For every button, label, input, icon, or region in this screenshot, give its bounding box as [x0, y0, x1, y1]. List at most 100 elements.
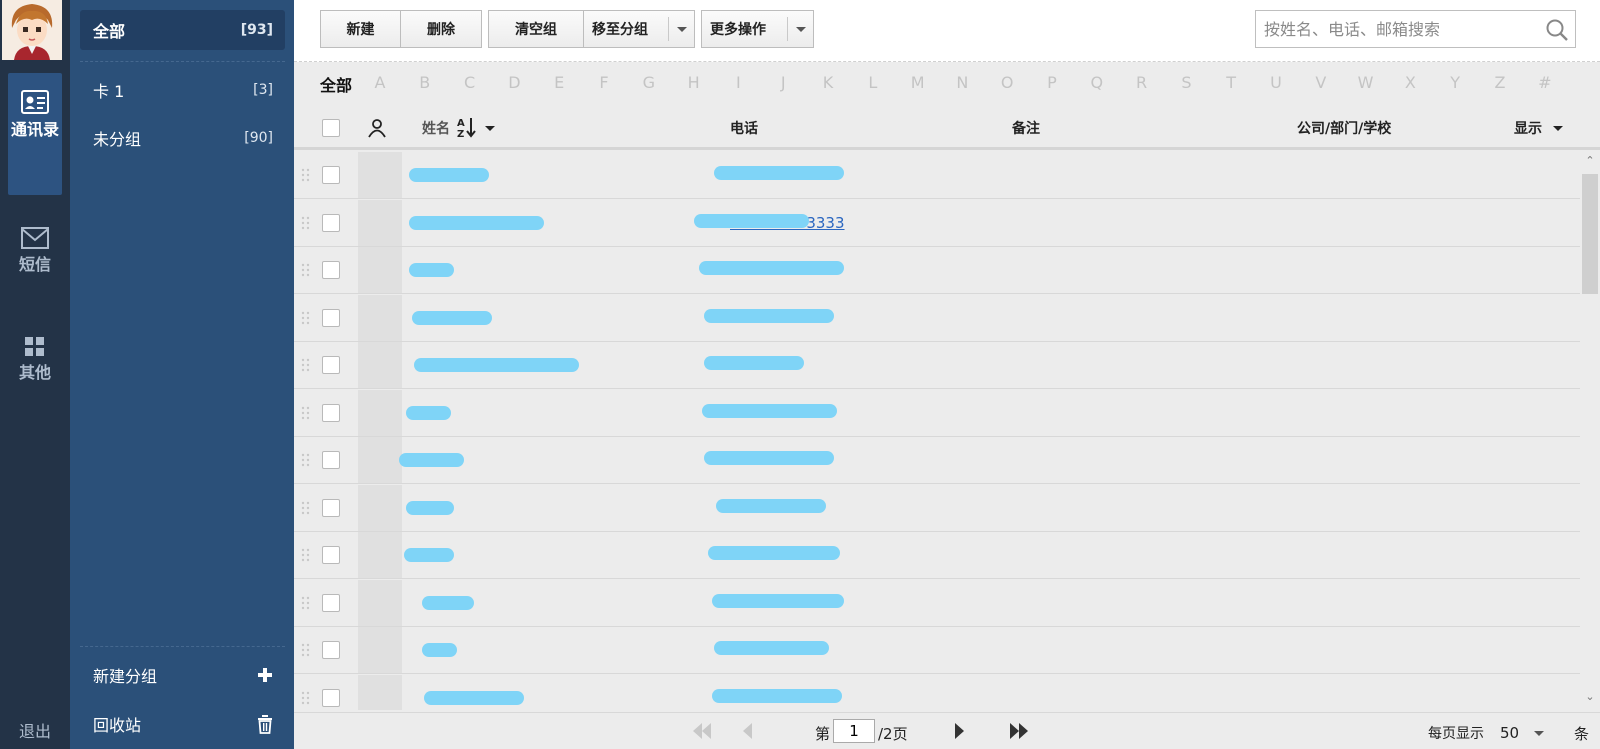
prev-page-icon[interactable] [741, 722, 753, 740]
search-input[interactable] [1264, 12, 1544, 46]
table-row[interactable] [294, 674, 1580, 710]
table-row[interactable] [294, 294, 1580, 342]
drag-handle-icon[interactable] [300, 691, 312, 705]
nav-other[interactable]: 其他 [8, 336, 62, 383]
search-icon[interactable] [1545, 18, 1569, 42]
drag-handle-icon[interactable] [300, 168, 312, 182]
alpha-letter[interactable]: Y [1445, 73, 1465, 92]
alpha-letter[interactable]: W [1356, 73, 1376, 92]
table-row[interactable] [294, 579, 1580, 627]
table-row[interactable] [294, 484, 1580, 532]
alpha-letter[interactable]: I [728, 73, 748, 92]
alpha-letter[interactable]: L [863, 73, 883, 92]
drag-handle-icon[interactable] [300, 548, 312, 562]
drag-handle-icon[interactable] [300, 263, 312, 277]
row-checkbox[interactable] [322, 498, 340, 517]
drag-handle-icon[interactable] [300, 406, 312, 420]
chevron-down-icon[interactable] [668, 17, 694, 41]
chevron-down-icon[interactable] [787, 17, 813, 41]
group-item-ungrouped[interactable]: 未分组 [90] [80, 118, 285, 158]
alpha-letter[interactable]: G [639, 73, 659, 92]
phone-column-header[interactable]: 电话 [730, 118, 758, 138]
table-row[interactable] [294, 247, 1580, 294]
drag-handle-icon[interactable] [300, 216, 312, 230]
alpha-letter[interactable]: S [1176, 73, 1196, 92]
table-row[interactable]: 8 [294, 342, 1580, 389]
scroll-down-icon[interactable]: ⌄ [1585, 691, 1595, 702]
sort-az-icon[interactable]: A Z [457, 116, 479, 138]
last-page-icon[interactable] [1009, 722, 1031, 740]
page-number-input[interactable] [833, 719, 875, 743]
alpha-letter[interactable]: Z [1490, 73, 1510, 92]
alpha-letter[interactable]: D [504, 73, 524, 92]
chevron-down-icon[interactable] [1553, 126, 1563, 131]
scroll-up-icon[interactable]: ⌃ [1585, 155, 1595, 166]
row-checkbox[interactable] [322, 261, 340, 279]
table-row[interactable] [294, 627, 1580, 674]
alpha-letter[interactable]: U [1266, 73, 1286, 92]
alpha-letter[interactable]: C [460, 73, 480, 92]
next-page-icon[interactable] [954, 722, 966, 740]
trash-button[interactable]: 回收站 [80, 704, 285, 744]
row-checkbox[interactable] [322, 688, 340, 707]
user-avatar[interactable] [2, 0, 62, 60]
alpha-letter[interactable]: E [549, 73, 569, 92]
alpha-letter[interactable]: Q [1087, 73, 1107, 92]
row-checkbox[interactable] [322, 308, 340, 327]
chevron-down-icon[interactable] [485, 126, 495, 131]
group-item-card1[interactable]: 卡 1 [3] [80, 70, 285, 110]
alpha-letter[interactable]: # [1535, 73, 1555, 92]
alpha-letter[interactable]: M [908, 73, 928, 92]
drag-handle-icon[interactable] [300, 596, 312, 610]
group-item-all[interactable]: 全部 [93] [80, 10, 285, 50]
row-checkbox[interactable] [322, 213, 340, 232]
row-checkbox[interactable] [322, 451, 340, 469]
first-page-icon[interactable] [691, 722, 713, 740]
drag-handle-icon[interactable] [300, 453, 312, 467]
row-checkbox[interactable] [322, 166, 340, 184]
alpha-letter[interactable]: N [952, 73, 972, 92]
drag-handle-icon[interactable] [300, 643, 312, 657]
note-column-header[interactable]: 备注 [1012, 118, 1040, 138]
alpha-letter[interactable]: T [1221, 73, 1241, 92]
company-column-header[interactable]: 公司/部门/学校 [1297, 118, 1391, 138]
table-row[interactable] [294, 152, 1580, 199]
row-checkbox[interactable] [322, 356, 340, 374]
scrollbar-thumb[interactable] [1582, 174, 1598, 294]
logout-button[interactable]: 退出 [0, 718, 70, 742]
alpha-letter[interactable]: O [997, 73, 1017, 92]
alpha-filter-all[interactable]: 全部 [320, 72, 352, 96]
alpha-letter[interactable]: V [1311, 73, 1331, 92]
more-actions-button[interactable]: 更多操作 [701, 10, 814, 48]
new-contact-button[interactable]: 新建 [320, 10, 401, 48]
row-checkbox[interactable] [322, 546, 340, 564]
name-column-header[interactable]: 姓名 [422, 118, 450, 138]
alpha-letter[interactable]: H [684, 73, 704, 92]
table-row[interactable] [294, 437, 1580, 484]
vertical-scrollbar[interactable]: ⌃ ⌄ [1580, 152, 1600, 710]
display-columns-menu[interactable]: 显示 [1514, 118, 1542, 138]
nav-contacts[interactable]: 通讯录 [8, 73, 62, 195]
clear-group-button[interactable]: 清空组 [488, 10, 584, 48]
row-checkbox[interactable] [322, 403, 340, 422]
alpha-letter[interactable]: P [1042, 73, 1062, 92]
table-row[interactable] [294, 532, 1580, 579]
row-checkbox[interactable] [322, 593, 340, 612]
table-row[interactable]: 137 5786 3333 [294, 199, 1580, 247]
alpha-letter[interactable]: K [818, 73, 838, 92]
row-checkbox[interactable] [322, 641, 340, 659]
alpha-letter[interactable]: J [773, 73, 793, 92]
per-page-select[interactable]: 50 [1494, 721, 1548, 745]
table-row[interactable] [294, 389, 1580, 437]
nav-sms[interactable]: 短信 [8, 226, 62, 275]
alpha-letter[interactable]: F [594, 73, 614, 92]
alpha-letter[interactable]: R [1132, 73, 1152, 92]
alpha-letter[interactable]: B [415, 73, 435, 92]
drag-handle-icon[interactable] [300, 501, 312, 515]
drag-handle-icon[interactable] [300, 358, 312, 372]
delete-button[interactable]: 删除 [400, 10, 482, 48]
move-to-group-button[interactable]: 移至分组 [583, 10, 695, 48]
alpha-letter[interactable]: A [370, 73, 390, 92]
select-all-checkbox[interactable] [322, 119, 340, 137]
new-group-button[interactable]: 新建分组 [80, 655, 285, 695]
